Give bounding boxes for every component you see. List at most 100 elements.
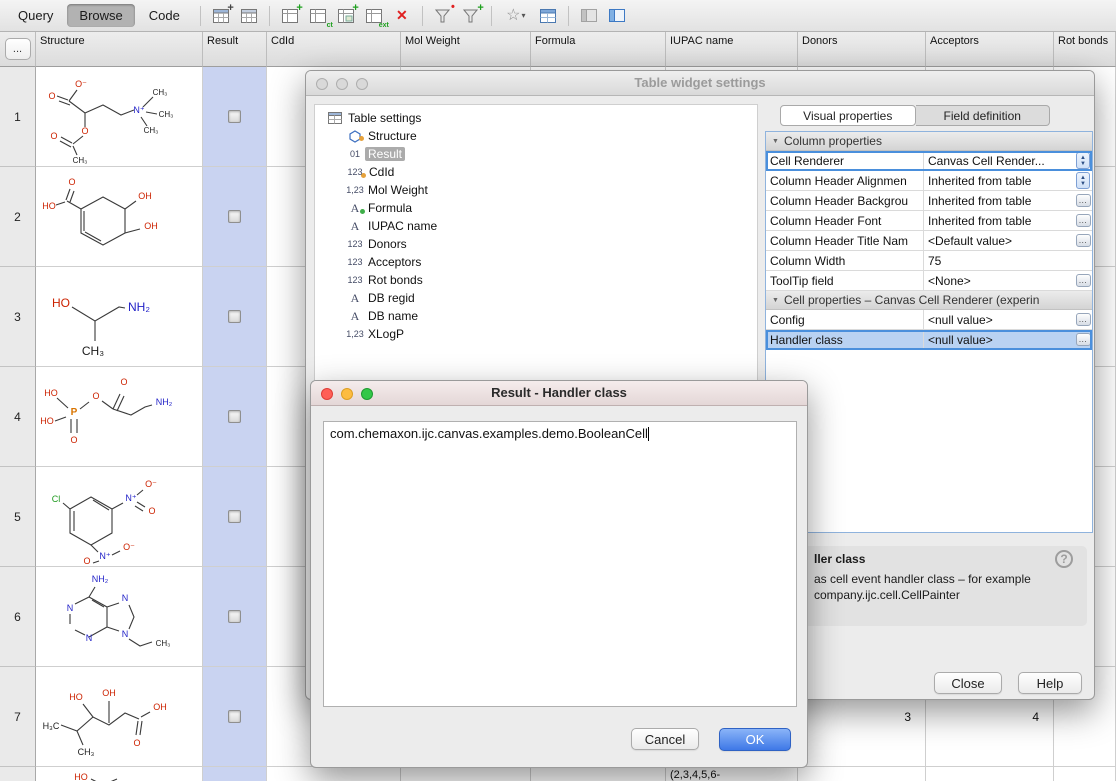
row-number[interactable]: 4 [0,367,36,467]
tree-item-formula[interactable]: A Formula [315,199,757,217]
ellipsis-button[interactable]: ... [1076,194,1091,207]
tree-item-table-settings[interactable]: Table settings [315,109,757,127]
tree-item-rot-bonds[interactable]: 123 Rot bonds [315,271,757,289]
row-number[interactable]: 3 [0,267,36,367]
column-header-cdid[interactable]: CdId [267,32,401,67]
result-checkbox[interactable] [228,610,241,623]
panel-gray-icon[interactable] [576,4,602,28]
result-cell[interactable] [203,667,267,767]
tree-item-iupac-name[interactable]: A IUPAC name [315,217,757,235]
ellipsis-button[interactable]: ... [1076,274,1091,287]
minimize-button[interactable] [341,388,353,400]
add-chemical-terms-field-icon[interactable]: ct [305,4,331,28]
prop-row-column-header-title-name[interactable]: Column Header Title Nam <Default value> … [766,231,1092,251]
zoom-button[interactable] [361,388,373,400]
help-icon[interactable]: ? [1055,550,1073,568]
tree-item-xlogp[interactable]: 1,23 XLogP [315,325,757,343]
structure-cell[interactable]: HO [36,767,203,781]
column-header-donors[interactable]: Donors [798,32,926,67]
table-cell[interactable] [267,767,401,781]
row-number[interactable]: 2 [0,167,36,267]
tab-query[interactable]: Query [6,4,65,27]
result-cell[interactable] [203,567,267,667]
prop-value[interactable]: <null value> [924,330,1074,349]
add-extension-field-icon[interactable]: ext [361,4,387,28]
ellipsis-button[interactable]: ... [1076,333,1091,346]
tab-field-definition[interactable]: Field definition [916,105,1051,126]
prop-row-tooltip-field[interactable]: ToolTip field <None> ... [766,271,1092,291]
structure-cell[interactable]: Cl N⁺ O⁻ O N⁺ O⁻ O [36,467,203,567]
prop-value[interactable]: Inherited from table [924,171,1074,190]
stepper-control[interactable]: ▲▼ [1076,152,1090,169]
handler-dialog-titlebar[interactable]: Result - Handler class [311,381,807,406]
tree-item-db-name[interactable]: A DB name [315,307,757,325]
prop-row-column-width[interactable]: Column Width 75 [766,251,1092,271]
prop-row-column-header-background[interactable]: Column Header Backgrou Inherited from ta… [766,191,1092,211]
prop-row-cell-renderer[interactable]: Cell Renderer Canvas Cell Render... ▲▼ [766,151,1092,171]
prop-value[interactable]: Inherited from table [924,211,1074,230]
result-cell[interactable] [203,67,267,167]
filter-add-icon[interactable]: + [458,4,484,28]
prop-row-config[interactable]: Config <null value> ... [766,310,1092,330]
tree-item-mol-weight[interactable]: 1,23 Mol Weight [315,181,757,199]
prop-row-column-header-font[interactable]: Column Header Font Inherited from table … [766,211,1092,231]
table-add-icon[interactable]: + [208,4,234,28]
row-number[interactable]: 8 [0,767,36,781]
section-cell-properties[interactable]: ▼ Cell properties – Canvas Cell Renderer… [766,291,1092,310]
result-checkbox[interactable] [228,210,241,223]
stepper-control[interactable]: ▲▼ [1076,172,1090,189]
row-number[interactable]: 6 [0,567,36,667]
grid-view-icon[interactable] [535,4,561,28]
prop-row-column-header-alignment[interactable]: Column Header Alignmen Inherited from ta… [766,171,1092,191]
table-icon[interactable] [236,4,262,28]
result-checkbox[interactable] [228,110,241,123]
table-cell[interactable] [798,767,926,781]
table-cell[interactable] [926,767,1054,781]
column-header-mol-weight[interactable]: Mol Weight [401,32,531,67]
tree-item-acceptors[interactable]: 123 Acceptors [315,253,757,271]
remove-field-icon[interactable]: ✕ [389,4,415,28]
result-cell[interactable] [203,467,267,567]
prop-row-handler-class[interactable]: Handler class <null value> ... [766,330,1092,350]
prop-value[interactable]: Inherited from table [924,191,1074,210]
structure-cell[interactable]: H₃C HO OH CH₃ OH O [36,667,203,767]
table-cell[interactable] [531,767,666,781]
close-button[interactable] [316,78,328,90]
result-cell[interactable] [203,767,267,781]
column-header-formula[interactable]: Formula [531,32,666,67]
add-list-field-icon[interactable]: + [333,4,359,28]
tab-browse[interactable]: Browse [67,4,134,27]
prop-value[interactable]: <None> [924,271,1074,290]
result-cell[interactable] [203,267,267,367]
table-corner-button[interactable]: ... [5,38,31,60]
tree-item-db-regid[interactable]: A DB regid [315,289,757,307]
ellipsis-button[interactable]: ... [1076,313,1091,326]
ellipsis-button[interactable]: ... [1076,234,1091,247]
prop-value[interactable]: 75 [924,251,1074,270]
result-cell[interactable] [203,367,267,467]
tab-visual-properties[interactable]: Visual properties [780,105,916,126]
result-checkbox[interactable] [228,310,241,323]
section-column-properties[interactable]: ▼ Column properties [766,132,1092,151]
column-header-acceptors[interactable]: Acceptors [926,32,1054,67]
ok-button[interactable]: OK [719,728,791,751]
prop-value[interactable]: Canvas Cell Render... [924,151,1074,170]
structure-cell[interactable]: HO HO P O O O NH₂ [36,367,203,467]
settings-dialog-titlebar[interactable]: Table widget settings [306,71,1094,96]
row-number[interactable]: 1 [0,67,36,167]
help-button[interactable]: Help [1018,672,1082,694]
structure-cell[interactable]: O HO OH OH [36,167,203,267]
column-header-rot-bonds[interactable]: Rot bonds [1054,32,1116,67]
ellipsis-button[interactable]: ... [1076,214,1091,227]
prop-value[interactable]: <Default value> [924,231,1074,250]
iupac-cell[interactable]: (2,3,4,5,6- [666,767,798,781]
filter-reset-icon[interactable]: • [430,4,456,28]
tree-item-cdid[interactable]: 123 CdId [315,163,757,181]
minimize-button[interactable] [336,78,348,90]
close-dialog-button[interactable]: Close [934,672,1002,694]
panel-blue-icon[interactable] [604,4,630,28]
result-checkbox[interactable] [228,410,241,423]
cancel-button[interactable]: Cancel [631,728,699,750]
structure-cell[interactable]: HO NH₂ CH₃ [36,267,203,367]
structure-cell[interactable]: O⁻ O O O N⁺ CH₃ CH₃ CH₃ CH₃ [36,67,203,167]
